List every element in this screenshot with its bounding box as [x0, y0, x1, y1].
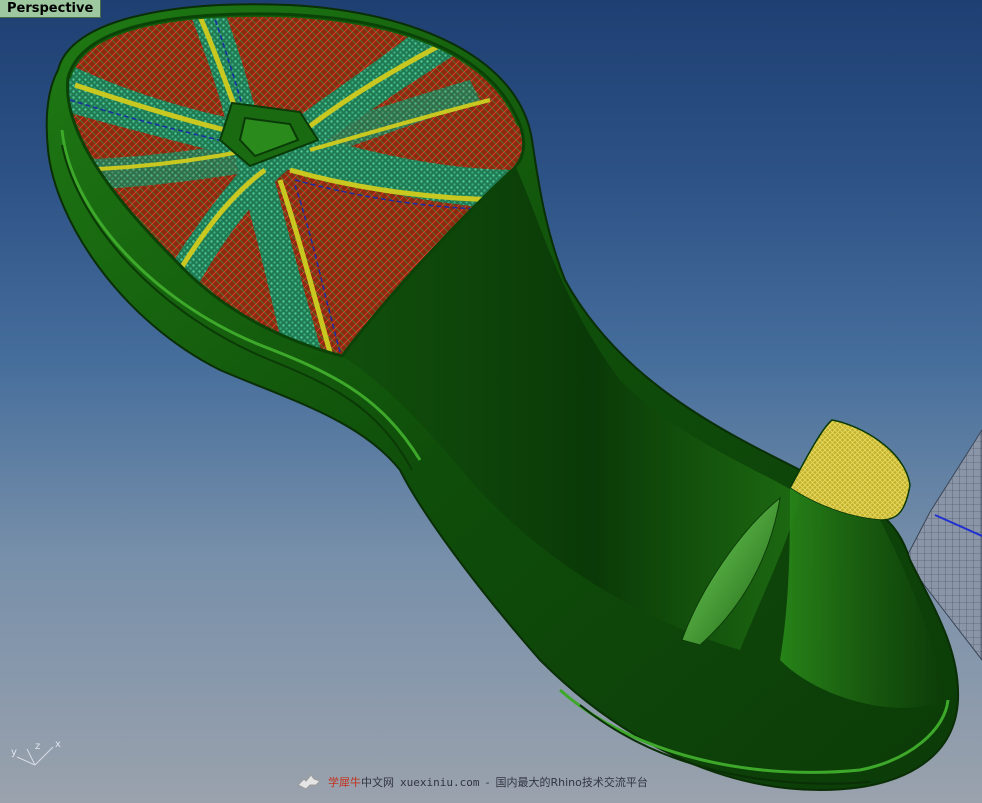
watermark: 学犀牛 中文网 xuexiniu.com - 国内最大的Rhino技术交流平台 [296, 770, 648, 794]
axis-z-label: z [35, 741, 40, 752]
watermark-brand-red: 学犀牛 [328, 776, 361, 789]
world-axes-icon: x y z [11, 739, 61, 766]
watermark-brand-rest: 中文网 [361, 776, 394, 789]
rhino-logo-icon [297, 774, 321, 790]
shoe-sole-model [45, 3, 982, 792]
watermark-tagline: 国内最大的Rhino技术交流平台 [495, 776, 648, 789]
watermark-separator: - [485, 775, 490, 789]
perspective-viewport[interactable]: Perspective x y z 学犀牛 中文网 xuexiniu.com -… [0, 0, 982, 803]
axis-x-label: x [55, 739, 61, 750]
viewport-title[interactable]: Perspective [0, 0, 102, 18]
watermark-url: xuexiniu.com [400, 775, 480, 789]
axis-y-label: y [11, 747, 17, 758]
